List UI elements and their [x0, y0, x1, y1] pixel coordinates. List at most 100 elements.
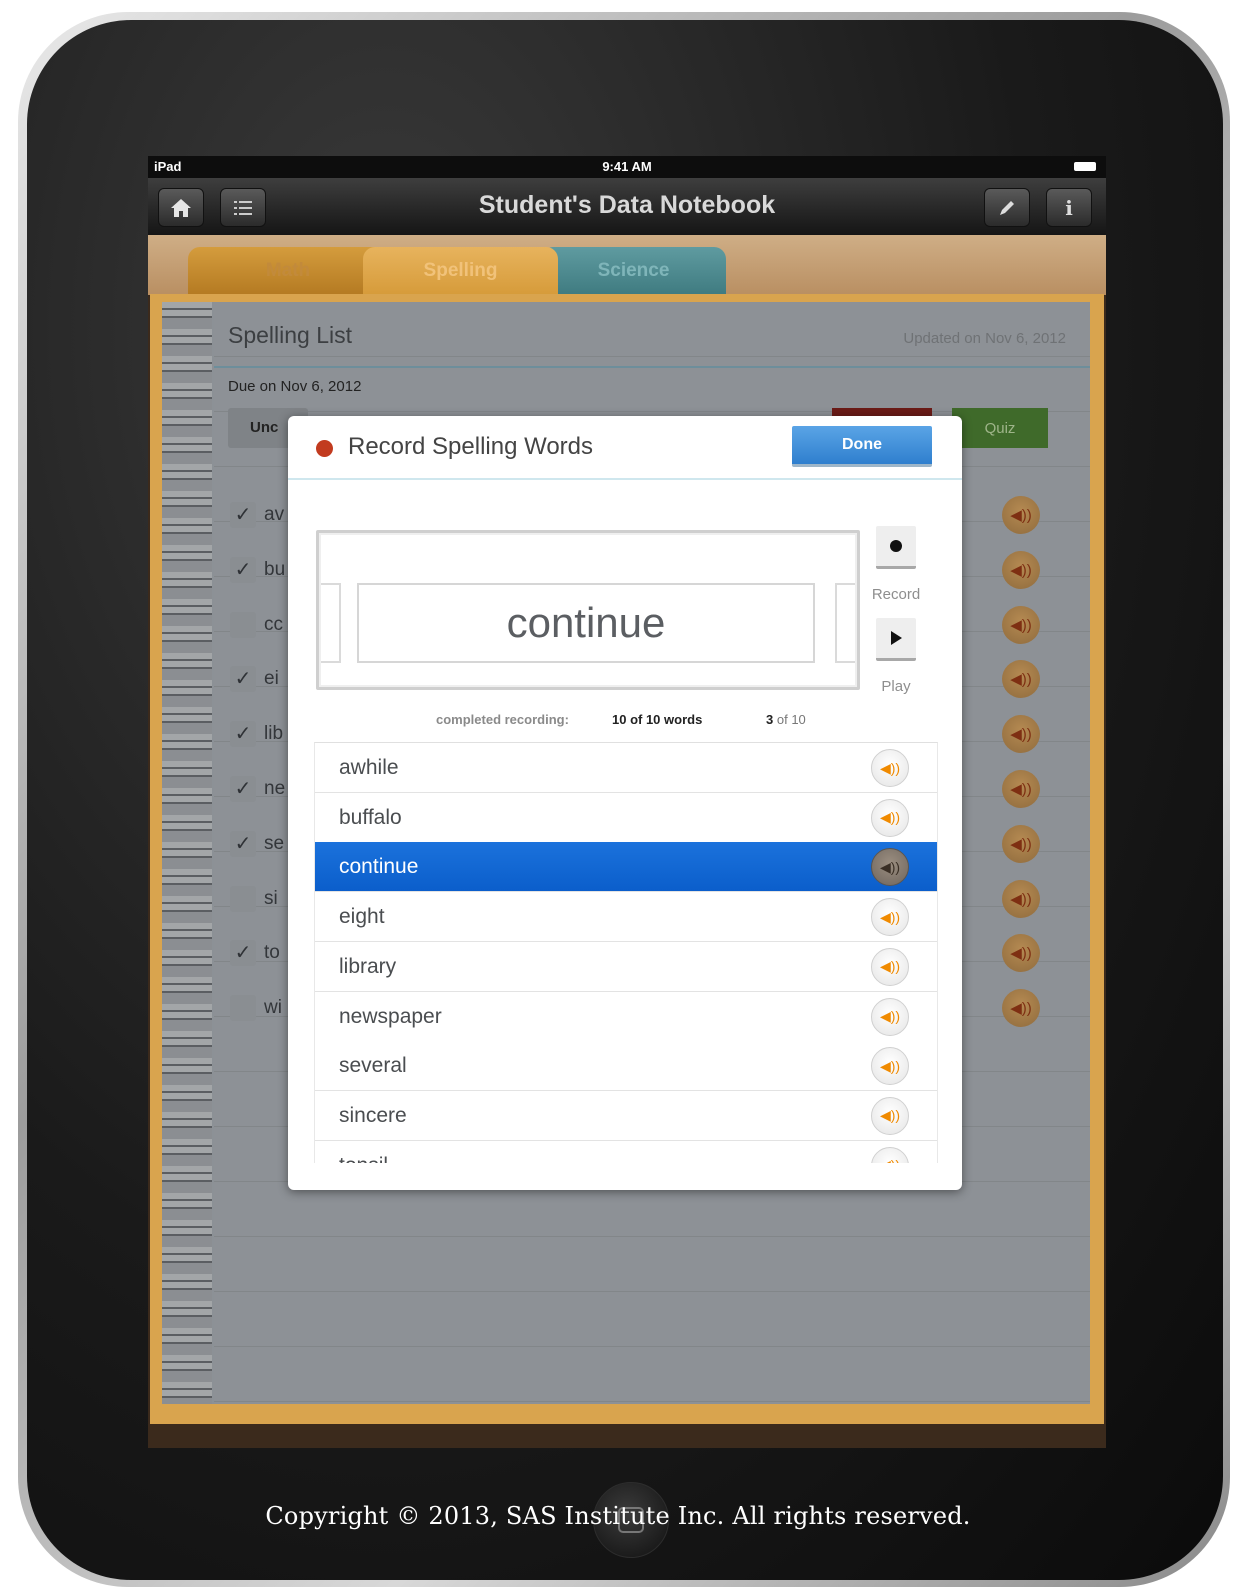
word-list-label: library — [339, 954, 397, 978]
checkmark-icon[interactable]: ✓ — [230, 556, 256, 583]
speaker-icon[interactable]: ◀)) — [871, 997, 909, 1036]
word-list-label: several — [339, 1054, 407, 1078]
word-list-label: newspaper — [339, 1004, 442, 1028]
unc-label: Unc — [250, 419, 279, 436]
background-word: si — [264, 887, 278, 909]
play-button[interactable] — [876, 618, 916, 661]
speaker-icon[interactable]: ◀)) — [1002, 934, 1040, 973]
speaker-icon[interactable]: ◀)) — [1002, 715, 1040, 754]
word-list-row[interactable]: several ◀)) — [315, 1041, 937, 1092]
status-bar: iPad 9:41 AM — [148, 156, 1106, 178]
word-total: of 10 — [776, 712, 806, 727]
speaker-icon[interactable]: ◀)) — [871, 749, 909, 787]
background-word: lib — [264, 723, 284, 745]
word-list-label: buffalo — [339, 805, 402, 829]
background-word: av — [264, 504, 285, 525]
word-list-row[interactable]: eight ◀)) — [315, 892, 937, 943]
background-word: ne — [264, 778, 286, 799]
background-word: wi — [264, 997, 282, 1019]
quiz-button[interactable]: Quiz — [952, 408, 1048, 448]
page-title: Spelling List — [228, 322, 353, 348]
word-list-label: tonsil — [339, 1154, 388, 1163]
background-word: to — [264, 942, 280, 964]
checkmark-icon[interactable]: ✓ — [230, 502, 256, 528]
edit-button[interactable] — [984, 188, 1030, 227]
speaker-icon[interactable]: ◀)) — [1002, 879, 1040, 918]
word-list-label: eight — [339, 905, 385, 929]
speaker-icon[interactable]: ◀)) — [871, 1096, 909, 1135]
word-list-row[interactable]: buffalo ◀)) — [315, 792, 937, 843]
updated-date: Updated on Nov 6, 2012 — [903, 330, 1066, 347]
record-indicator-icon — [316, 440, 333, 457]
word-list-row[interactable]: newspaper ◀)) — [315, 991, 937, 1042]
due-date: Due on Nov 6, 2012 — [228, 378, 362, 395]
background-word: bu — [264, 558, 286, 580]
app-title: Student's Data Notebook — [478, 191, 776, 219]
word-list-row[interactable]: library ◀)) — [315, 941, 937, 992]
pencil-icon — [1000, 200, 1014, 215]
record-icon — [890, 540, 902, 552]
speaker-icon[interactable]: ◀)) — [871, 848, 909, 887]
spiral-binding — [162, 302, 212, 1404]
checkmark-icon[interactable]: ✓ — [230, 776, 256, 802]
info-icon: i — [1065, 195, 1073, 220]
word-list-row[interactable]: tonsil ◀)) — [315, 1140, 937, 1163]
speaker-icon[interactable]: ◀)) — [871, 1146, 909, 1163]
word-list-row[interactable]: sincere ◀)) — [315, 1090, 937, 1141]
speaker-icon[interactable]: ◀)) — [871, 1047, 909, 1086]
copyright-footer: Copyright © 2013, SAS Institute Inc. All… — [265, 1502, 971, 1530]
record-label: Record — [871, 586, 921, 603]
tab-science[interactable]: Science — [541, 247, 726, 295]
completed-count: 10 of 10 words — [612, 712, 703, 727]
word-list-label: sincere — [339, 1103, 407, 1127]
recording-word-list[interactable]: awhile ◀)) buffalo ◀)) continue ◀)) eight ◀)) li… — [314, 742, 938, 1163]
empty-checkbox[interactable] — [230, 885, 256, 912]
modal-title: Record Spelling Words — [348, 433, 594, 460]
next-card[interactable] — [835, 583, 855, 663]
word-list-label: awhile — [339, 756, 399, 779]
background-word: cc — [264, 613, 283, 635]
speaker-icon[interactable]: ◀)) — [1002, 605, 1040, 644]
word-list-row[interactable]: awhile ◀)) — [315, 743, 937, 793]
word-card-carousel[interactable]: continue — [316, 530, 860, 690]
record-button[interactable] — [876, 526, 916, 569]
speaker-icon[interactable]: ◀)) — [1002, 550, 1040, 589]
play-icon — [891, 631, 902, 645]
clock: 9:41 AM — [602, 159, 652, 174]
battery-icon — [1074, 162, 1096, 171]
nav-bar: Student's Data Notebook i — [148, 178, 1106, 236]
speaker-icon[interactable]: ◀)) — [1002, 770, 1040, 808]
record-modal: Record Spelling Words Done continue Reco… — [288, 416, 962, 1190]
subject-tabs: Math Science Spelling — [148, 235, 1106, 295]
speaker-icon[interactable]: ◀)) — [1002, 496, 1040, 534]
background-word: ei — [264, 668, 279, 690]
speaker-icon[interactable]: ◀)) — [1002, 824, 1040, 863]
previous-card[interactable] — [321, 583, 341, 663]
modal-divider — [288, 478, 962, 480]
word-index: 3 — [766, 712, 774, 727]
checkmark-icon[interactable]: ✓ — [230, 721, 256, 748]
checkmark-icon[interactable]: ✓ — [230, 666, 256, 693]
tab-spelling[interactable]: Spelling — [363, 247, 558, 295]
play-label: Play — [881, 678, 911, 695]
word-list-row[interactable]: continue ◀)) — [315, 842, 937, 893]
speaker-icon[interactable]: ◀)) — [1002, 989, 1040, 1028]
speaker-icon[interactable]: ◀)) — [1002, 660, 1040, 699]
current-word-card: continue — [357, 583, 815, 663]
speaker-icon[interactable]: ◀)) — [871, 947, 909, 986]
checkmark-icon[interactable]: ✓ — [230, 830, 256, 857]
tab-math[interactable]: Math — [188, 247, 388, 295]
checkmark-icon[interactable]: ✓ — [230, 940, 256, 967]
word-list-label: continue — [339, 855, 419, 879]
modal-header: Record Spelling Words Done — [288, 416, 962, 478]
done-button[interactable]: Done — [792, 426, 932, 467]
info-button[interactable]: i — [1046, 188, 1092, 227]
title-divider — [214, 366, 1090, 368]
empty-checkbox[interactable] — [230, 611, 256, 638]
background-word: se — [264, 832, 285, 854]
speaker-icon[interactable]: ◀)) — [871, 898, 909, 937]
completed-label: completed recording: — [436, 712, 569, 727]
speaker-icon[interactable]: ◀)) — [871, 798, 909, 837]
empty-checkbox[interactable] — [230, 995, 256, 1022]
word-position: 3 of 10 — [766, 712, 806, 727]
